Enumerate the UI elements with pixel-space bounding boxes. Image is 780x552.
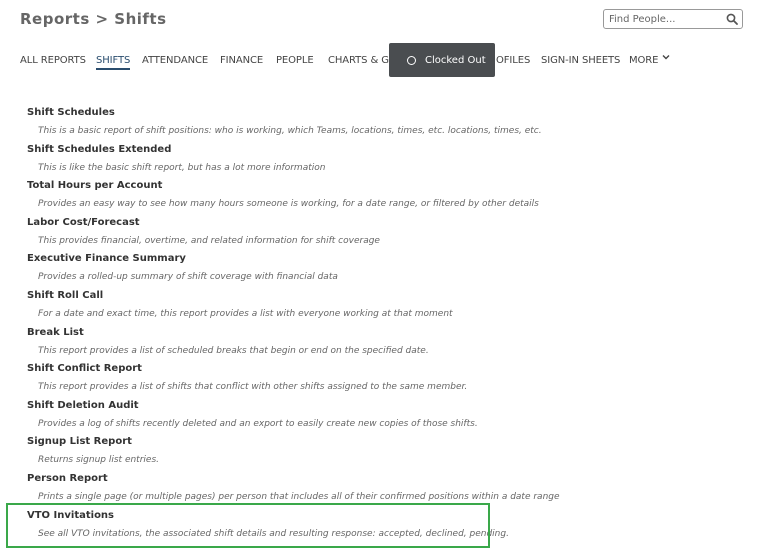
tab-attendance[interactable]: ATTENDANCE [142,55,208,66]
report-description: This is like the basic shift report, but… [38,162,326,173]
report-description: Provides an easy way to see how many hou… [38,199,539,210]
report-title[interactable]: Executive Finance Summary [27,253,186,264]
report-title[interactable]: Shift Roll Call [27,290,103,301]
tab-finance[interactable]: FINANCE [220,55,263,66]
report-description: This report provides a list of shifts th… [38,382,468,393]
page-title: Reports > Shifts [20,10,167,28]
tab-profiles[interactable]: OFILES [496,55,530,66]
report-title[interactable]: Labor Cost/Forecast [27,217,140,228]
chevron-down-icon [662,55,670,60]
report-title[interactable]: Break List [27,327,84,338]
report-description: This report provides a list of scheduled… [38,345,429,356]
tab-sign-in-sheets[interactable]: SIGN-IN SHEETS [541,55,620,66]
search-icon[interactable] [726,13,738,25]
report-title[interactable]: Signup List Report [27,436,132,447]
search-box[interactable] [603,9,743,29]
clock-status-label: Clocked Out [425,54,486,66]
highlight-box [6,503,490,548]
report-title[interactable]: Total Hours per Account [27,180,162,191]
clock-status-toast[interactable]: Clocked Out [389,43,495,77]
report-title[interactable]: Shift Conflict Report [27,363,142,374]
report-title[interactable]: Shift Schedules [27,107,115,118]
report-description: For a date and exact time, this report p… [38,309,453,319]
report-title[interactable]: Shift Schedules Extended [27,144,171,155]
tab-all-reports[interactable]: ALL REPORTS [20,55,86,66]
report-title[interactable]: Shift Deletion Audit [27,400,139,411]
report-description: Returns signup list entries. [38,455,159,466]
report-title[interactable]: Person Report [27,473,108,484]
tab-people[interactable]: PEOPLE [276,55,314,66]
report-description: This is a basic report of shift position… [38,126,542,136]
search-input[interactable] [604,10,732,28]
clock-status-icon [407,55,416,65]
tab-more[interactable]: MORE [629,55,670,66]
report-description: Provides a rolled-up summary of shift co… [38,272,338,283]
report-description: This provides financial, overtime, and r… [38,235,380,246]
tab-more-label: MORE [629,55,659,66]
report-description: Provides a log of shifts recently delete… [38,418,478,429]
report-description: Prints a single page (or multiple pages)… [38,492,560,502]
tab-shifts[interactable]: SHIFTS [96,55,131,70]
